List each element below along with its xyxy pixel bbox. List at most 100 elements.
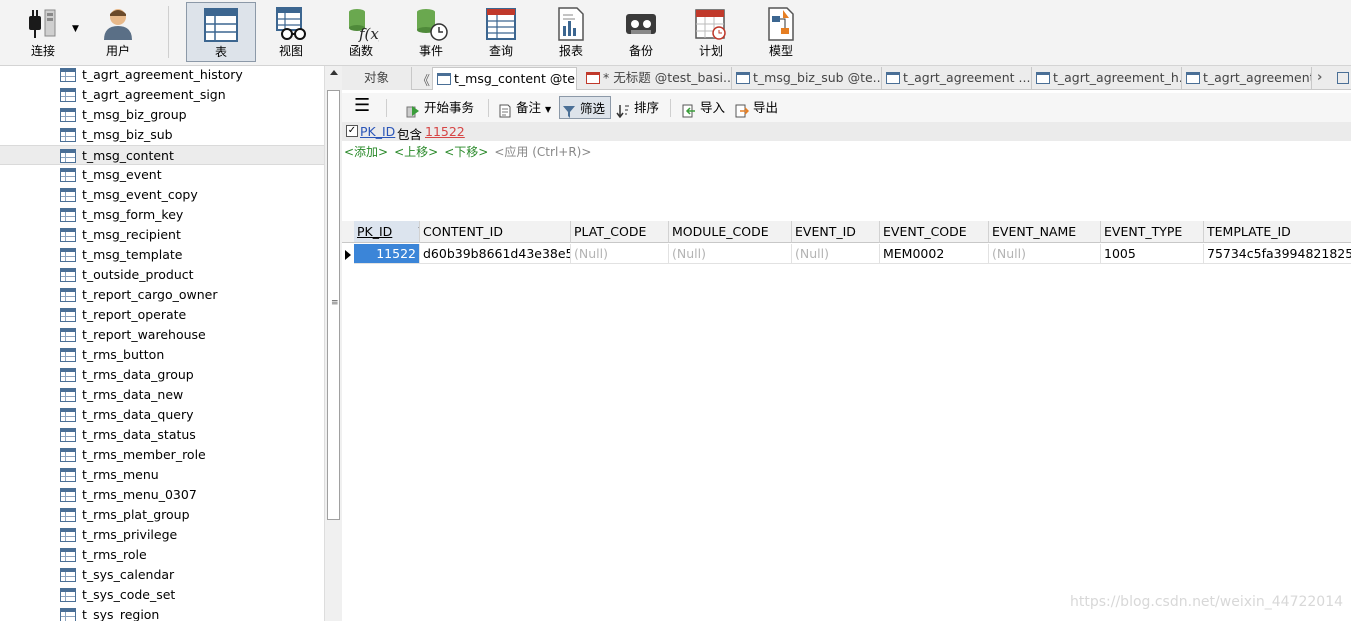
filter-add-link[interactable]: <添加> bbox=[344, 145, 388, 159]
export-button[interactable]: 导出 bbox=[735, 96, 778, 119]
tree-item-table[interactable]: t_sys_code_set bbox=[0, 585, 324, 605]
table-icon bbox=[60, 528, 76, 542]
tab-t-agrt-agreement-sign[interactable]: t_agrt_agreement_ bbox=[1182, 67, 1312, 90]
filter-move-up-link[interactable]: <上移> bbox=[394, 145, 438, 159]
user-button[interactable]: 用户 bbox=[95, 2, 141, 62]
tree-item-table[interactable]: t_rms_data_status bbox=[0, 425, 324, 445]
query-icon bbox=[483, 6, 519, 42]
tabs-scroll-left-icon[interactable]: 《 bbox=[417, 70, 430, 89]
tree-item-table[interactable]: t_msg_recipient bbox=[0, 225, 324, 245]
filter-button[interactable]: 筛选 bbox=[559, 96, 611, 119]
event-label: 事件 bbox=[418, 44, 443, 58]
tree-item-table[interactable]: t_rms_privilege bbox=[0, 525, 324, 545]
sort-button[interactable]: 排序 bbox=[616, 96, 659, 119]
tree-item-table[interactable]: t_rms_data_new bbox=[0, 385, 324, 405]
connection-dropdown-icon[interactable]: ▼ bbox=[72, 24, 79, 34]
tree-item-table[interactable]: t_msg_event bbox=[0, 165, 324, 185]
tree-item-table[interactable]: t_msg_biz_sub bbox=[0, 125, 324, 145]
query-button[interactable]: 查询 bbox=[478, 2, 524, 62]
begin-transaction-button[interactable]: 开始事务 bbox=[406, 96, 474, 119]
table-cell[interactable]: 1005 bbox=[1101, 244, 1204, 264]
schedule-button[interactable]: 计划 bbox=[688, 2, 734, 62]
editor-tabs: 对象 《 t_msg_content @te... * 无标题 @test_ba… bbox=[342, 66, 1351, 90]
tab-t-msg-content[interactable]: t_msg_content @te... bbox=[432, 67, 577, 90]
table-cell[interactable]: (Null) bbox=[669, 244, 792, 264]
filter-operator[interactable]: 包含 bbox=[397, 124, 422, 143]
tab-t-agrt-agreement-history[interactable]: t_agrt_agreement_h... bbox=[1032, 67, 1182, 90]
tree-item-table[interactable]: t_outside_product bbox=[0, 265, 324, 285]
tree-item-label: t_report_cargo_owner bbox=[82, 287, 218, 302]
toolbar-divider bbox=[386, 99, 387, 117]
column-header-event-type[interactable]: EVENT_TYPE bbox=[1101, 221, 1204, 243]
tree-item-table[interactable]: t_report_warehouse bbox=[0, 325, 324, 345]
column-header-event-name[interactable]: EVENT_NAME bbox=[989, 221, 1101, 243]
tree-item-table[interactable]: t_report_cargo_owner bbox=[0, 285, 324, 305]
tree-item-label: t_rms_plat_group bbox=[82, 507, 190, 522]
tree-item-table[interactable]: t_rms_menu_0307 bbox=[0, 485, 324, 505]
tree-item-table[interactable]: t_report_operate bbox=[0, 305, 324, 325]
tree-item-table[interactable]: t_msg_event_copy bbox=[0, 185, 324, 205]
table-icon bbox=[60, 88, 76, 102]
filter-value-link[interactable]: 11522 bbox=[425, 124, 465, 139]
tree-item-table[interactable]: t_rms_member_role bbox=[0, 445, 324, 465]
tab-untitled-query[interactable]: * 无标题 @test_basi... bbox=[582, 67, 732, 90]
table-cell[interactable]: d60b39b8661d43e38e539 bbox=[420, 244, 571, 264]
table-cell[interactable]: 75734c5fa39948218252c3 bbox=[1204, 244, 1351, 264]
tree-item-label: t_rms_data_new bbox=[82, 387, 184, 402]
column-header-pk-id[interactable]: PK_ID bbox=[354, 221, 420, 243]
tree-item-label: t_msg_biz_sub bbox=[82, 127, 173, 142]
scroll-up-icon[interactable] bbox=[330, 70, 338, 75]
tree-item-table[interactable]: t_msg_form_key bbox=[0, 205, 324, 225]
tree-item-table[interactable]: t_rms_plat_group bbox=[0, 505, 324, 525]
tree-item-table[interactable]: t_msg_biz_group bbox=[0, 105, 324, 125]
column-header-template-id[interactable]: TEMPLATE_ID bbox=[1204, 221, 1351, 243]
tree-item-table[interactable]: t_msg_template bbox=[0, 245, 324, 265]
filter-move-down-link[interactable]: <下移> bbox=[444, 145, 488, 159]
table-cell[interactable]: (Null) bbox=[989, 244, 1101, 264]
filter-apply-link[interactable]: <应用 (Ctrl+R)> bbox=[494, 145, 591, 159]
tree-item-label: t_outside_product bbox=[82, 267, 194, 282]
tree-item-table[interactable]: t_rms_data_query bbox=[0, 405, 324, 425]
tree-item-table[interactable]: t_rms_menu bbox=[0, 465, 324, 485]
view-button[interactable]: 视图 bbox=[268, 2, 314, 62]
tree-item-table[interactable]: t_agrt_agreement_history bbox=[0, 66, 324, 85]
table-button[interactable]: 表 bbox=[186, 2, 256, 62]
tab-objects[interactable]: 对象 bbox=[342, 67, 412, 90]
import-button[interactable]: 导入 bbox=[682, 96, 725, 119]
table-cell[interactable]: (Null) bbox=[571, 244, 669, 264]
tree-item-table[interactable]: t_rms_role bbox=[0, 545, 324, 565]
tree-item-table[interactable]: t_sys_calendar bbox=[0, 565, 324, 585]
user-label: 用户 bbox=[105, 44, 130, 58]
column-header-module-code[interactable]: MODULE_CODE bbox=[669, 221, 792, 243]
filter-enabled-checkbox[interactable]: ✓ bbox=[346, 125, 358, 137]
event-button[interactable]: 事件 bbox=[408, 2, 454, 62]
tab-t-msg-biz-sub[interactable]: t_msg_biz_sub @te... bbox=[732, 67, 882, 90]
report-button[interactable]: 报表 bbox=[548, 2, 594, 62]
table-cell[interactable]: 11522 bbox=[354, 244, 420, 264]
memo-dropdown-icon[interactable]: ▼ bbox=[545, 105, 551, 114]
tree-item-table[interactable]: t_rms_button bbox=[0, 345, 324, 365]
model-button[interactable]: 模型 bbox=[758, 2, 804, 62]
column-header-content-id[interactable]: CONTENT_ID bbox=[420, 221, 571, 243]
column-header-plat-code[interactable]: PLAT_CODE bbox=[571, 221, 669, 243]
table-icon bbox=[60, 228, 76, 242]
tree-item-table[interactable]: t_rms_data_group bbox=[0, 365, 324, 385]
column-header-event-id[interactable]: EVENT_ID bbox=[792, 221, 880, 243]
tab-t-agrt-agreement[interactable]: t_agrt_agreement ... bbox=[882, 67, 1032, 90]
filter-field-link[interactable]: PK_ID bbox=[360, 124, 395, 139]
backup-button[interactable]: 备份 bbox=[618, 2, 664, 62]
tree-scrollbar[interactable]: ≡ bbox=[324, 66, 342, 621]
tree-item-table[interactable]: t_agrt_agreement_sign bbox=[0, 85, 324, 105]
user-icon bbox=[100, 6, 136, 42]
tree-item-table[interactable]: t_msg_content bbox=[0, 145, 324, 165]
memo-button[interactable]: 备注 ▼ bbox=[498, 96, 551, 119]
connection-button[interactable]: 连接 bbox=[20, 2, 66, 62]
table-cell[interactable]: (Null) bbox=[792, 244, 880, 264]
function-button[interactable]: f(x) 函数 bbox=[338, 2, 385, 62]
tabs-scroll-right-icon[interactable]: › bbox=[1317, 70, 1322, 85]
scroll-thumb[interactable]: ≡ bbox=[327, 90, 340, 520]
tree-item-table[interactable]: t_sys_region bbox=[0, 605, 324, 621]
table-cell[interactable]: MEM0002 bbox=[880, 244, 989, 264]
column-header-event-code[interactable]: EVENT_CODE bbox=[880, 221, 989, 243]
menu-icon[interactable]: ☰ bbox=[354, 96, 370, 119]
